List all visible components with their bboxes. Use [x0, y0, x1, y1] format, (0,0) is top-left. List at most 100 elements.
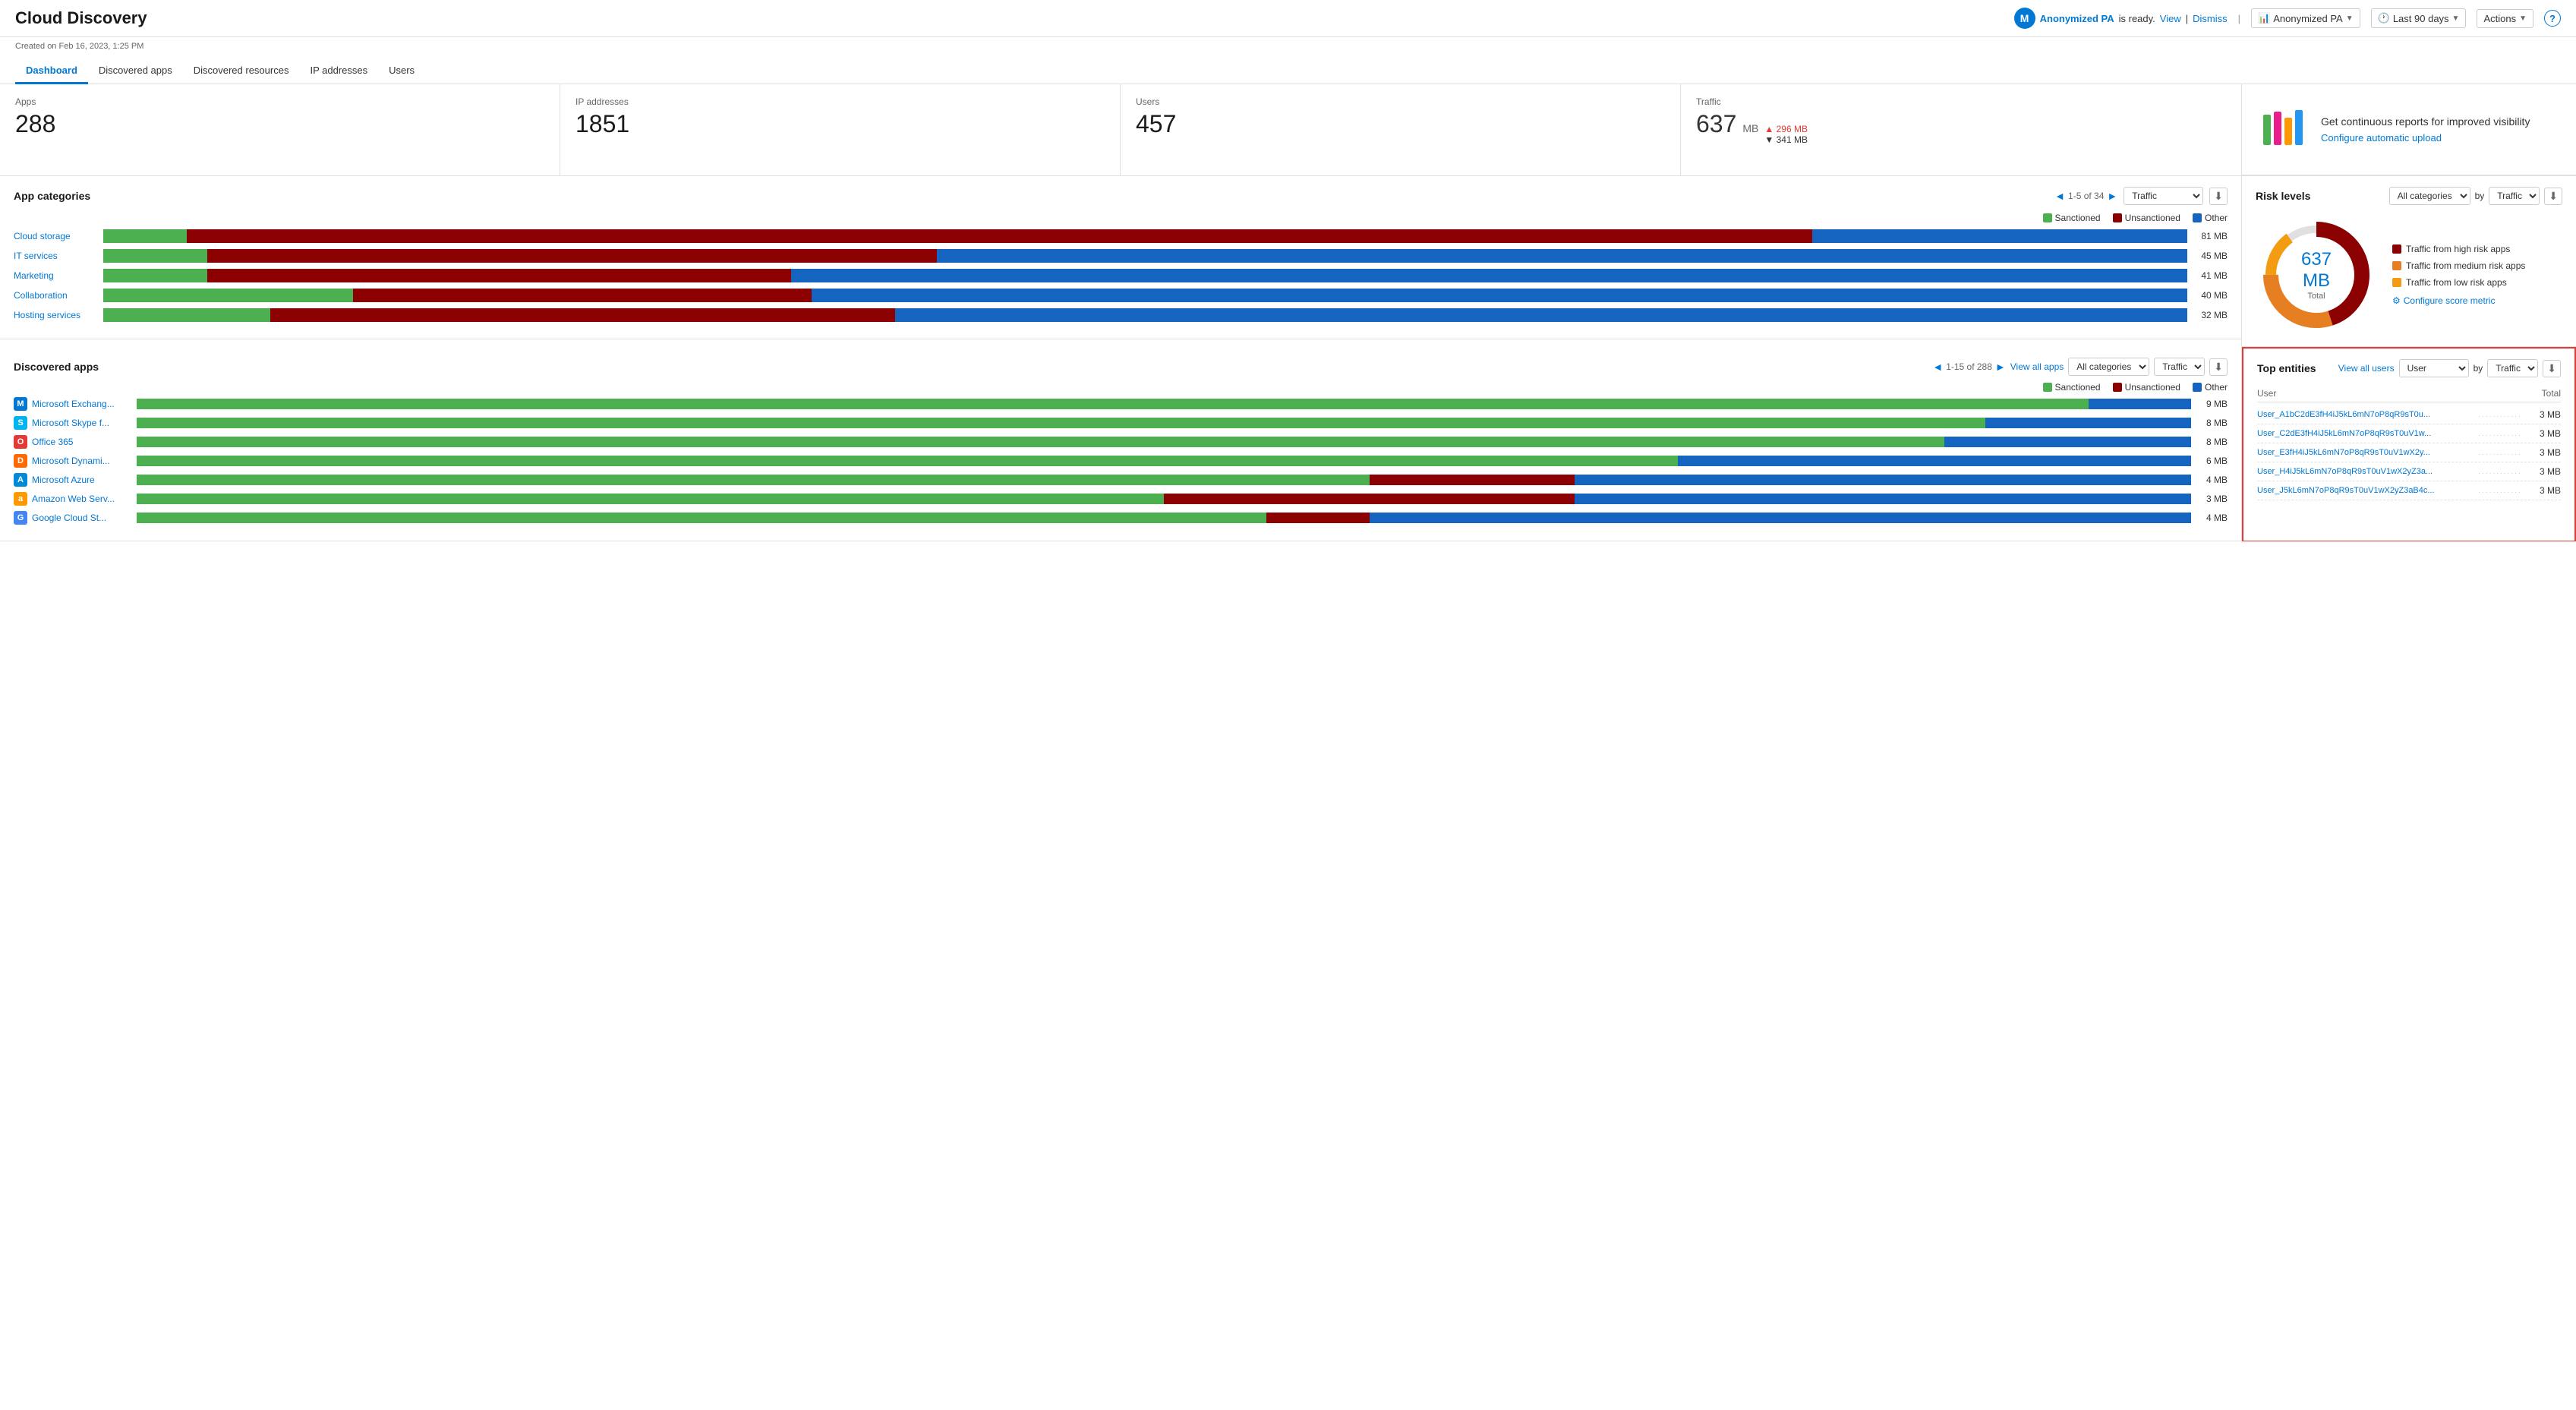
app-value: 8 MB — [2197, 418, 2228, 428]
configure-score-link[interactable]: ⚙ Configure score metric — [2392, 295, 2525, 306]
sub-header: Created on Feb 16, 2023, 1:25 PM — [0, 37, 2576, 51]
disc-legend-sanctioned: Sanctioned — [2043, 382, 2101, 393]
bar-darkred — [207, 249, 937, 263]
config-link-label: Configure score metric — [2404, 295, 2496, 306]
category-label[interactable]: Hosting services — [14, 310, 97, 320]
entities-table: User Total User_A1bC2dE3fH4iJ5kL6mN7oP8q… — [2257, 385, 2561, 500]
app-bar — [137, 399, 2191, 409]
category-row: Collaboration 40 MB — [14, 289, 2228, 302]
category-row: IT services 45 MB — [14, 249, 2228, 263]
entity-dots: ............ — [2477, 430, 2523, 438]
alert-dismiss-link[interactable]: Dismiss — [2193, 13, 2228, 24]
entity-name[interactable]: User_E3fH4iJ5kL6mN7oP8qR9sT0uV1wX2y... — [2257, 448, 2477, 457]
tab-discovered-apps[interactable]: Discovered apps — [88, 58, 183, 84]
app-bar-green — [137, 494, 1164, 504]
tab-dashboard[interactable]: Dashboard — [15, 58, 88, 84]
risk-category-select[interactable]: All categories — [2389, 187, 2470, 205]
disc-next-btn[interactable]: ► — [1995, 361, 2006, 373]
download-categories-btn[interactable]: ⬇ — [2209, 188, 2228, 205]
category-sort-select[interactable]: Traffic Users IP addresses — [2124, 187, 2203, 205]
prev-btn[interactable]: ◄ — [2054, 190, 2065, 202]
app-name[interactable]: Microsoft Azure — [32, 475, 131, 485]
list-item: A Microsoft Azure 4 MB — [14, 473, 2228, 487]
header-separator-1: | — [2238, 13, 2240, 24]
help-button[interactable]: ? — [2544, 10, 2561, 27]
promo-icon — [2260, 106, 2309, 154]
entity-row: User_A1bC2dE3fH4iJ5kL6mN7oP8qR9sT0u... .… — [2257, 405, 2561, 424]
download-disc-btn[interactable]: ⬇ — [2209, 358, 2228, 376]
nav-tabs: Dashboard Discovered apps Discovered res… — [0, 51, 2576, 84]
disc-legend-unsanctioned: Unsanctioned — [2113, 382, 2180, 393]
promo-link[interactable]: Configure automatic upload — [2321, 132, 2442, 144]
download-entities-btn[interactable]: ⬇ — [2543, 360, 2561, 377]
top-entities-header: Top entities View all users User IP addr… — [2257, 359, 2561, 377]
legend-other-dot — [2193, 213, 2202, 222]
donut-center: 637 MB Total — [2286, 249, 2347, 301]
app-name[interactable]: Microsoft Exchang... — [32, 399, 131, 409]
entity-name[interactable]: User_H4iJ5kL6mN7oP8qR9sT0uV1wX2yZ3a... — [2257, 467, 2477, 476]
tab-ip-addresses[interactable]: IP addresses — [299, 58, 378, 84]
disc-prev-btn[interactable]: ◄ — [1932, 361, 1943, 373]
risk-traffic-select[interactable]: Traffic — [2489, 187, 2540, 205]
tab-discovered-resources[interactable]: Discovered resources — [183, 58, 300, 84]
download-risk-btn[interactable]: ⬇ — [2544, 188, 2562, 205]
entities-by-label: by — [2474, 363, 2483, 374]
app-bar — [137, 418, 2191, 428]
data-source-selector[interactable]: 📊 Anonymized PA ▼ — [2251, 8, 2360, 28]
stat-ip: IP addresses 1851 — [560, 84, 1121, 175]
disc-category-select[interactable]: All categories — [2068, 358, 2149, 376]
tab-users[interactable]: Users — [378, 58, 425, 84]
view-all-apps-link[interactable]: View all apps — [2010, 361, 2064, 372]
stat-traffic: Traffic 637 MB ▲ 296 MB ▼ 341 MB — [1681, 84, 2241, 175]
app-bar — [137, 437, 2191, 447]
risk-levels-section: Risk levels All categories by Traffic ⬇ — [2242, 176, 2576, 347]
app-icon: D — [14, 454, 27, 468]
category-label[interactable]: Cloud storage — [14, 231, 97, 241]
entity-traffic-select[interactable]: Traffic — [2487, 359, 2538, 377]
disc-legend-other-label: Other — [2205, 382, 2228, 393]
discovered-apps-section: Discovered apps ◄ 1-15 of 288 ► View all… — [0, 347, 2242, 541]
bar-darkred — [353, 289, 812, 302]
category-bar — [103, 308, 2187, 322]
app-bar-darkred — [1266, 513, 1369, 523]
app-name[interactable]: Microsoft Skype f... — [32, 418, 131, 428]
discovered-apps-header: Discovered apps ◄ 1-15 of 288 ► View all… — [14, 358, 2228, 376]
bar-blue — [937, 249, 2187, 263]
list-item: S Microsoft Skype f... 8 MB — [14, 416, 2228, 430]
app-categories-chart: Cloud storage 81 MB IT services 45 MB Ma… — [14, 229, 2228, 322]
risk-levels-title: Risk levels — [2256, 190, 2310, 202]
app-categories-title: App categories — [14, 190, 90, 202]
category-value: 32 MB — [2193, 310, 2228, 320]
app-name[interactable]: Google Cloud St... — [32, 513, 131, 523]
time-range-selector[interactable]: 🕐 Last 90 days ▼ — [2371, 8, 2467, 28]
app-name[interactable]: Office 365 — [32, 437, 131, 447]
stat-apps-label: Apps — [15, 96, 544, 107]
stat-ip-value: 1851 — [575, 110, 1105, 138]
actions-button[interactable]: Actions ▼ — [2477, 9, 2533, 28]
list-item: a Amazon Web Serv... 3 MB — [14, 492, 2228, 506]
data-source-label: Anonymized PA — [2273, 13, 2343, 24]
app-icon: G — [14, 511, 27, 525]
entity-value: 3 MB — [2523, 485, 2561, 496]
disc-pagination: ◄ 1-15 of 288 ► — [1932, 361, 2005, 373]
app-name[interactable]: Microsoft Dynami... — [32, 456, 131, 466]
view-all-users-link[interactable]: View all users — [2338, 363, 2395, 374]
traffic-unit: MB — [1742, 122, 1758, 134]
entity-name[interactable]: User_C2dE3fH4iJ5kL6mN7oP8qR9sT0uV1w... — [2257, 429, 2477, 438]
category-value: 81 MB — [2193, 231, 2228, 241]
stat-traffic-label: Traffic — [1696, 96, 2226, 107]
next-btn[interactable]: ► — [2107, 190, 2117, 202]
disc-traffic-select[interactable]: Traffic — [2154, 358, 2205, 376]
alert-view-link[interactable]: View — [2160, 13, 2181, 24]
entity-name[interactable]: User_J5kL6mN7oP8qR9sT0uV1wX2yZ3aB4c... — [2257, 486, 2477, 495]
app-name[interactable]: Amazon Web Serv... — [32, 494, 131, 504]
category-row: Cloud storage 81 MB — [14, 229, 2228, 243]
list-item: G Google Cloud St... 4 MB — [14, 511, 2228, 525]
app-icon: A — [14, 473, 27, 487]
category-label[interactable]: Collaboration — [14, 290, 97, 301]
entity-type-select[interactable]: User IP address — [2399, 359, 2469, 377]
entity-name[interactable]: User_A1bC2dE3fH4iJ5kL6mN7oP8qR9sT0u... — [2257, 410, 2477, 419]
category-label[interactable]: IT services — [14, 251, 97, 261]
entity-dots: ............ — [2477, 411, 2523, 419]
category-label[interactable]: Marketing — [14, 270, 97, 281]
